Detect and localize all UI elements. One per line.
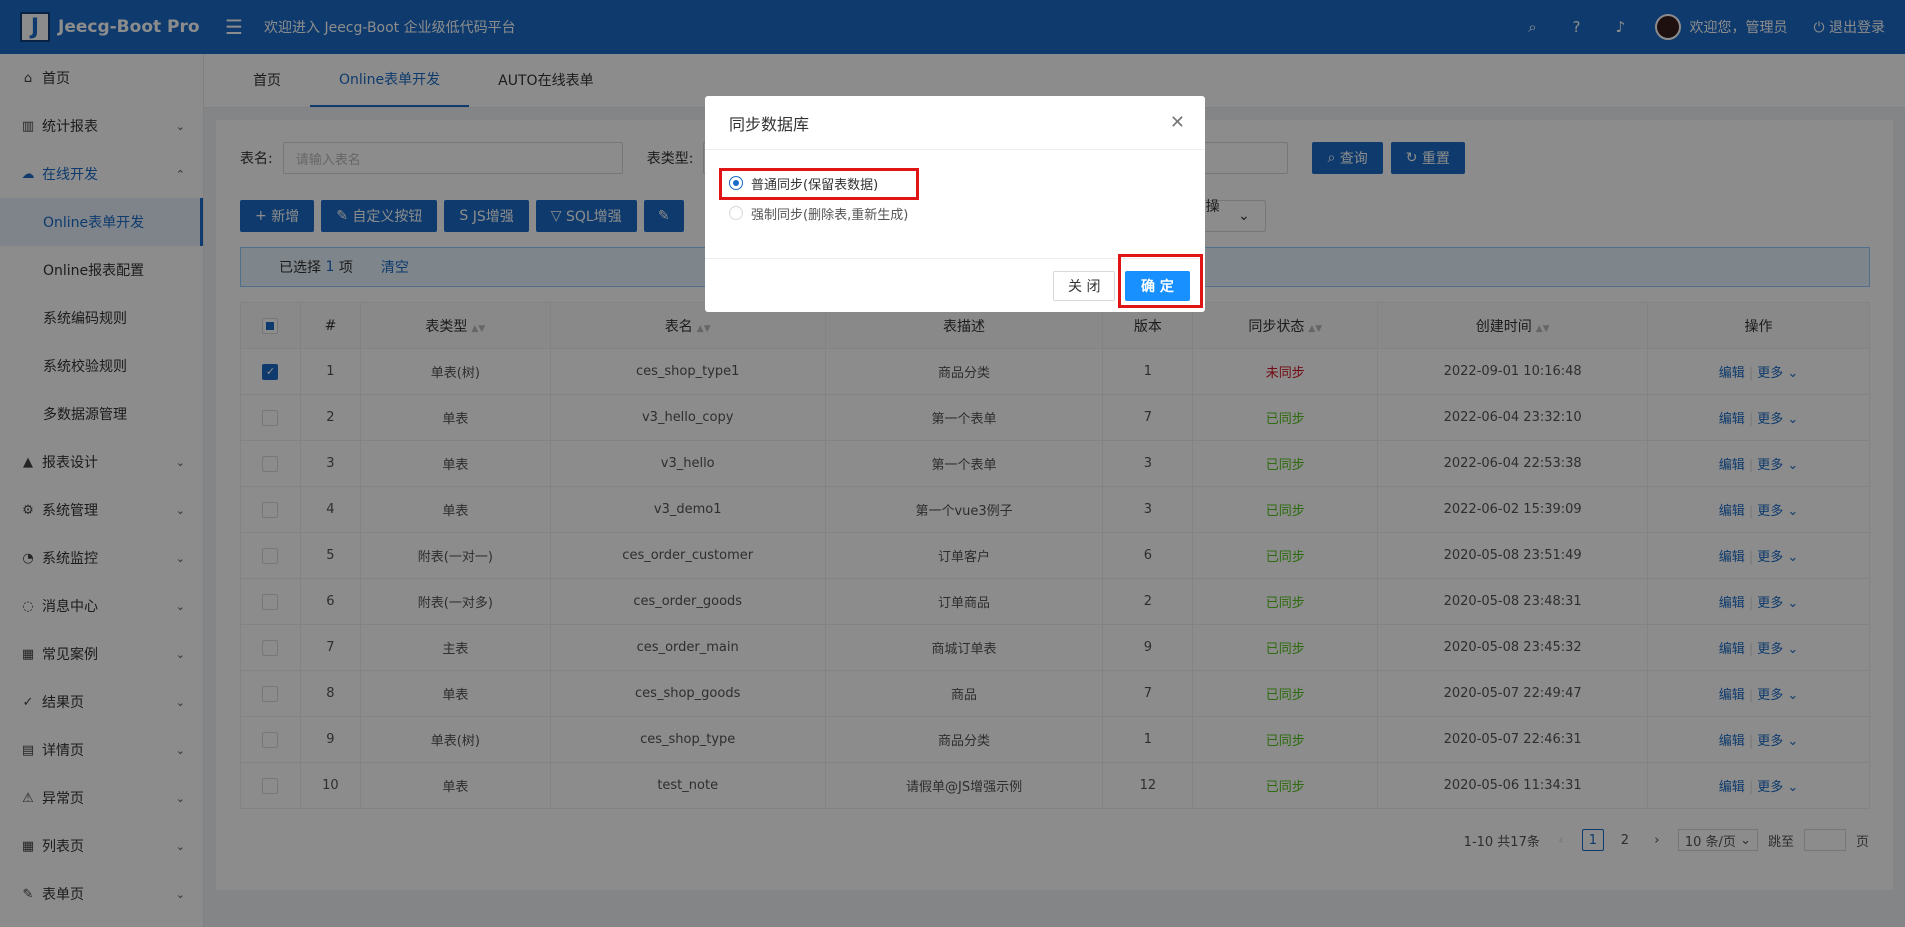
highlight-box-normal-sync (719, 168, 919, 200)
radio-force-sync-label: 强制同步(删除表,重新生成) (751, 207, 909, 223)
sync-db-modal: 同步数据库 ✕ 普通同步(保留表数据) 强制同步(删除表,重新生成) 关 闭 确… (705, 96, 1205, 312)
radio-force-sync[interactable]: 强制同步(删除表,重新生成) (729, 201, 908, 225)
highlight-box-confirm (1118, 254, 1203, 308)
modal-title: 同步数据库 (729, 114, 810, 134)
close-button[interactable]: 关 闭 (1053, 271, 1116, 301)
close-icon[interactable]: ✕ (1170, 112, 1185, 133)
radio-force-sync-dot[interactable] (729, 206, 743, 220)
modal-header: 同步数据库 ✕ (705, 96, 1205, 150)
